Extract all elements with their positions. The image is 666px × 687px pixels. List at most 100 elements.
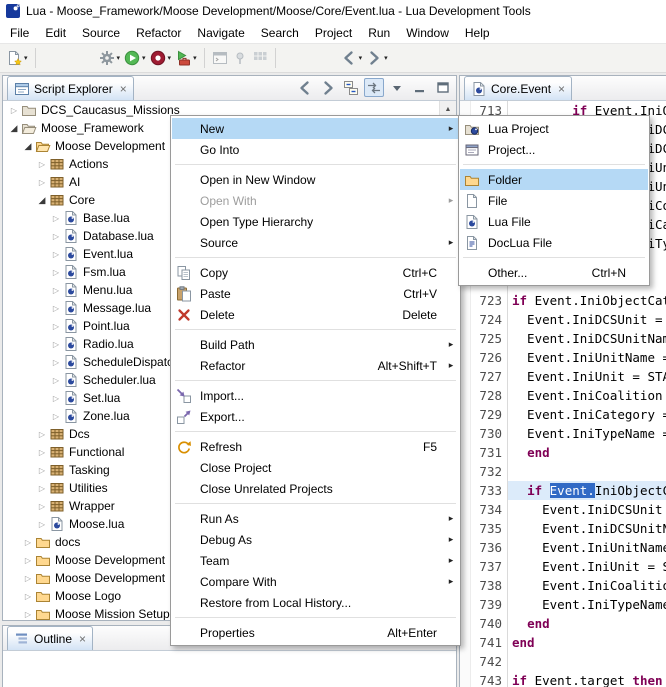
menu-item-new[interactable]: New▸ xyxy=(172,118,459,139)
menu-item-lua-project[interactable]: Lua Project xyxy=(460,118,648,139)
code-line[interactable]: Event.IniCoalition = Event.IniDCSUnit:ge… xyxy=(508,576,666,595)
menu-item-paste[interactable]: PasteCtrl+V xyxy=(172,283,459,304)
code-line[interactable]: Event.IniCoalition = Event.IniDCSUnit:ge… xyxy=(508,386,666,405)
new-button[interactable]: ▾ xyxy=(4,47,30,69)
expand-arrow-icon[interactable]: ▷ xyxy=(35,178,49,187)
code-line[interactable]: Event.IniTypeName = Event.IniDCSUnit:get… xyxy=(508,424,666,443)
view-menu-button[interactable] xyxy=(387,78,407,97)
expand-arrow-icon[interactable]: ▷ xyxy=(35,430,49,439)
expand-arrow-icon[interactable]: ▷ xyxy=(49,358,63,367)
menu-item-restore-from-local-history[interactable]: Restore from Local History... xyxy=(172,592,459,613)
expand-arrow-icon[interactable]: ▷ xyxy=(49,268,63,277)
expand-arrow-icon[interactable]: ▷ xyxy=(49,304,63,313)
code-line[interactable]: Event.IniCategory = Event.IniDCSUnit:get… xyxy=(508,405,666,424)
menubar-item-project[interactable]: Project xyxy=(307,24,360,42)
menu-item-compare-with[interactable]: Compare With▸ xyxy=(172,571,459,592)
menu-item-team[interactable]: Team▸ xyxy=(172,550,459,571)
expand-arrow-icon[interactable]: ▷ xyxy=(21,538,35,547)
menu-item-debug-as[interactable]: Debug As▸ xyxy=(172,529,459,550)
menubar-item-run[interactable]: Run xyxy=(360,24,398,42)
expand-arrow-icon[interactable]: ▷ xyxy=(21,574,35,583)
code-line[interactable]: Event.IniUnit = STATIC:FindByName( Event… xyxy=(508,367,666,386)
menu-item-import[interactable]: Import... xyxy=(172,385,459,406)
menu-item-close-unrelated-projects[interactable]: Close Unrelated Projects xyxy=(172,478,459,499)
chevron-down-icon[interactable]: ▾ xyxy=(142,54,146,62)
close-icon[interactable]: × xyxy=(79,632,86,646)
expand-arrow-icon[interactable]: ▷ xyxy=(49,286,63,295)
menu-item-close-project[interactable]: Close Project xyxy=(172,457,459,478)
menu-item-build-path[interactable]: Build Path▸ xyxy=(172,334,459,355)
code-line[interactable]: Event.IniUnit = SCENERY:FindByName( Even… xyxy=(508,557,666,576)
menubar-item-edit[interactable]: Edit xyxy=(37,24,74,42)
code-line[interactable]: end xyxy=(508,633,666,652)
link-with-editor-button[interactable] xyxy=(364,78,384,97)
menu-item-run-as[interactable]: Run As▸ xyxy=(172,508,459,529)
expand-arrow-icon[interactable]: ▷ xyxy=(49,412,63,421)
menu-item-source[interactable]: Source▸ xyxy=(172,232,459,253)
code-line[interactable]: if Event.IniObjectCategory == Object.Cat… xyxy=(508,481,666,500)
code-line[interactable]: end xyxy=(508,443,666,462)
code-line[interactable] xyxy=(508,652,666,671)
minimize-button[interactable] xyxy=(410,78,430,97)
tab-script-explorer[interactable]: Script Explorer × xyxy=(7,76,134,100)
expand-arrow-icon[interactable]: ▷ xyxy=(35,160,49,169)
chevron-down-icon[interactable]: ▾ xyxy=(117,54,121,62)
run-button[interactable]: ▾ xyxy=(122,47,148,69)
chevron-down-icon[interactable]: ▾ xyxy=(168,54,172,62)
expand-arrow-icon[interactable]: ▷ xyxy=(21,556,35,565)
expand-arrow-icon[interactable]: ▷ xyxy=(21,610,35,619)
menu-item-export[interactable]: Export... xyxy=(172,406,459,427)
chevron-down-icon[interactable]: ▾ xyxy=(359,54,363,62)
menu-item-go-into[interactable]: Go Into xyxy=(172,139,459,160)
coverage-button[interactable]: ▾ xyxy=(148,47,174,69)
menu-item-refactor[interactable]: RefactorAlt+Shift+T▸ xyxy=(172,355,459,376)
chevron-down-icon[interactable]: ▾ xyxy=(384,54,388,62)
menu-item-properties[interactable]: PropertiesAlt+Enter xyxy=(172,622,459,643)
code-line[interactable]: Event.IniUnitName = Event.IniDCSUnitName xyxy=(508,538,666,557)
chevron-down-icon[interactable]: ▾ xyxy=(193,54,197,62)
menu-item-refresh[interactable]: RefreshF5 xyxy=(172,436,459,457)
collapse-arrow-icon[interactable]: ◢ xyxy=(7,123,21,134)
expand-arrow-icon[interactable]: ▷ xyxy=(49,340,63,349)
chevron-down-icon[interactable]: ▾ xyxy=(24,54,28,62)
expand-arrow-icon[interactable]: ▷ xyxy=(49,250,63,259)
menu-item-open-type-hierarchy[interactable]: Open Type Hierarchy xyxy=(172,211,459,232)
close-icon[interactable]: × xyxy=(558,82,565,96)
menu-item-file[interactable]: File xyxy=(460,190,648,211)
code-line[interactable]: Event.IniTypeName = Event.IniDCSUnit:get… xyxy=(508,595,666,614)
tab-outline[interactable]: Outline × xyxy=(7,626,93,650)
menu-item-open-in-new-window[interactable]: Open in New Window xyxy=(172,169,459,190)
code-line[interactable]: Event.IniUnitName = Event.IniDCSUnitName xyxy=(508,348,666,367)
forward-button[interactable]: ▾ xyxy=(364,47,390,69)
expand-arrow-icon[interactable]: ▷ xyxy=(35,484,49,493)
expand-arrow-icon[interactable]: ▷ xyxy=(35,448,49,457)
maximize-button[interactable] xyxy=(433,78,453,97)
close-icon[interactable]: × xyxy=(120,82,127,96)
code-line[interactable]: Event.IniDCSUnit = Event.initiator xyxy=(508,310,666,329)
forward-button[interactable] xyxy=(318,78,338,97)
menubar-item-search[interactable]: Search xyxy=(253,24,307,42)
code-line[interactable]: if Event.target then xyxy=(508,671,666,687)
menu-item-copy[interactable]: CopyCtrl+C xyxy=(172,262,459,283)
menu-item-project[interactable]: Project... xyxy=(460,139,648,160)
external-tools-button[interactable]: ▾ xyxy=(173,47,199,69)
menubar-item-navigate[interactable]: Navigate xyxy=(189,24,252,42)
back-button[interactable]: ▾ xyxy=(339,47,365,69)
menu-item-lua-file[interactable]: Lua File xyxy=(460,211,648,232)
expand-arrow-icon[interactable]: ▷ xyxy=(49,376,63,385)
back-button[interactable] xyxy=(295,78,315,97)
menubar-item-file[interactable]: File xyxy=(2,24,37,42)
code-line[interactable]: if Event.IniObjectCategory == Object.Cat… xyxy=(508,291,666,310)
expand-arrow-icon[interactable]: ▷ xyxy=(35,466,49,475)
menu-item-other[interactable]: Other...Ctrl+N xyxy=(460,262,648,283)
expand-arrow-icon[interactable]: ▷ xyxy=(35,502,49,511)
expand-arrow-icon[interactable]: ▷ xyxy=(7,106,21,115)
menubar-item-refactor[interactable]: Refactor xyxy=(128,24,189,42)
expand-arrow-icon[interactable]: ▷ xyxy=(49,214,63,223)
menubar-item-source[interactable]: Source xyxy=(74,24,128,42)
collapse-arrow-icon[interactable]: ◢ xyxy=(21,141,35,152)
expand-arrow-icon[interactable]: ▷ xyxy=(49,322,63,331)
code-line[interactable]: Event.IniDCSUnitName = Event.IniDCSUnit:… xyxy=(508,329,666,348)
code-line[interactable] xyxy=(508,462,666,481)
menu-item-delete[interactable]: DeleteDelete xyxy=(172,304,459,325)
